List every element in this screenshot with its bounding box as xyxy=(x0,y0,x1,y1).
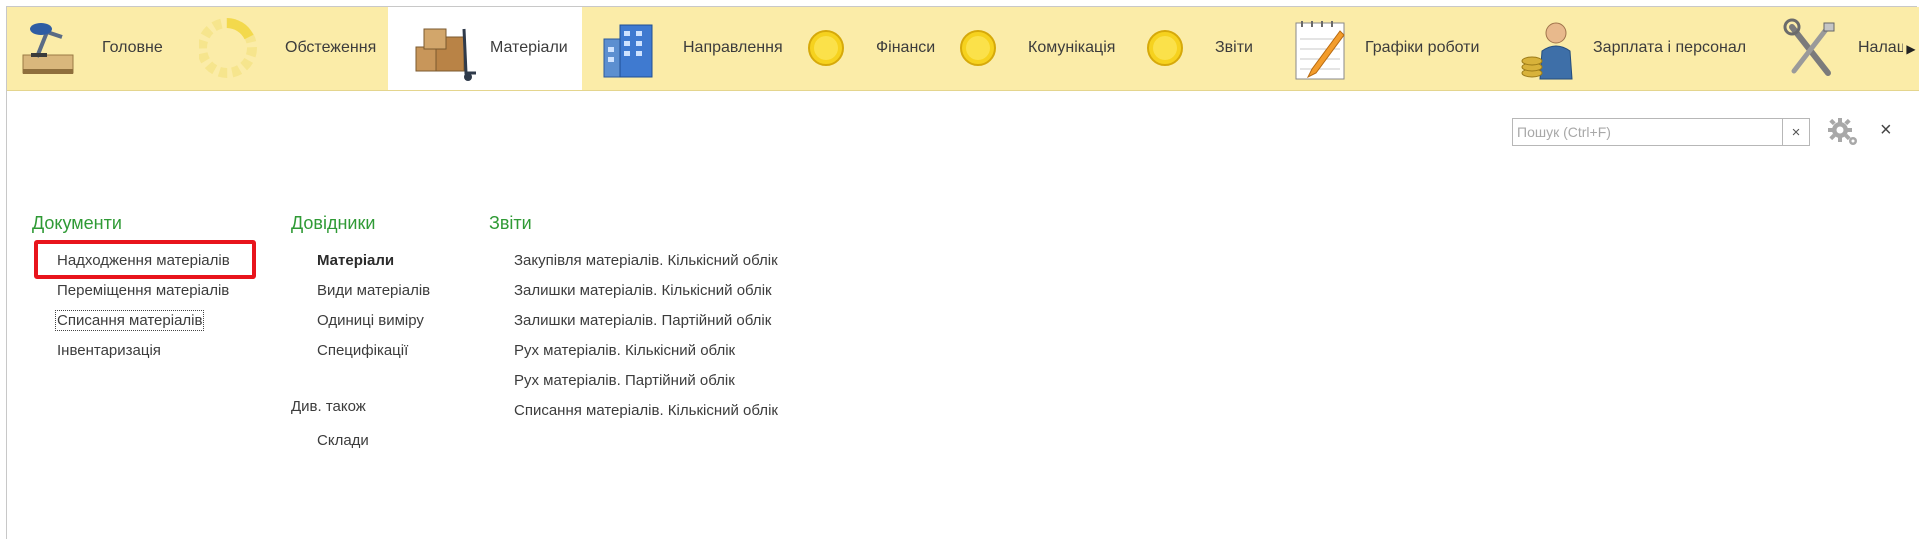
tab-label: Звіти xyxy=(1215,39,1253,56)
tab-finance[interactable]: Фінанси xyxy=(793,7,947,90)
coin-icon xyxy=(808,30,844,66)
report-movement-quantity[interactable]: Рух матеріалів. Кількісний облік xyxy=(514,342,735,359)
reports-title: Звіти xyxy=(489,213,532,233)
tab-settings[interactable]: Налаш xyxy=(1768,7,1910,90)
building-icon xyxy=(603,24,653,78)
tab-materials[interactable]: Матеріали xyxy=(388,7,582,90)
tab-referral[interactable]: Направлення xyxy=(582,7,793,90)
tab-label: Направлення xyxy=(683,39,783,56)
section-panel: Головне Обстеження Матеріали Направлення… xyxy=(7,7,1919,91)
tab-label: Фінанси xyxy=(876,39,936,56)
tab-label: Комунікація xyxy=(1028,39,1116,56)
link-materials-transfer[interactable]: Переміщення матеріалів xyxy=(57,282,229,299)
report-writeoff-quantity[interactable]: Списання матеріалів. Кількісний облік xyxy=(514,402,778,419)
gear-icon[interactable] xyxy=(1826,116,1860,148)
report-balance-quantity[interactable]: Залишки матеріалів. Кількісний облік xyxy=(514,282,772,299)
link-material-types[interactable]: Види матеріалів xyxy=(317,282,430,299)
link-units[interactable]: Одиниці виміру xyxy=(317,312,424,329)
tools-icon xyxy=(1783,18,1835,76)
boxes-cart-icon xyxy=(415,28,476,81)
link-inventory[interactable]: Інвентаризація xyxy=(57,342,161,359)
coin-icon xyxy=(1147,30,1183,66)
tab-inspection[interactable]: Обстеження xyxy=(175,7,395,90)
link-warehouses[interactable]: Склади xyxy=(317,432,369,449)
tab-schedules[interactable]: Графіки роботи xyxy=(1278,7,1506,90)
highlight-frame xyxy=(34,240,256,279)
documents-title: Документи xyxy=(32,213,122,233)
tab-home[interactable]: Головне xyxy=(7,7,175,90)
tab-label: Головне xyxy=(102,39,163,56)
tab-label: Графіки роботи xyxy=(1365,39,1480,56)
link-specifications[interactable]: Специфікації xyxy=(317,342,408,359)
coin-icon xyxy=(960,30,996,66)
tab-communication[interactable]: Комунікація xyxy=(947,7,1135,90)
close-panel-button[interactable]: × xyxy=(1880,119,1892,141)
link-materials[interactable]: Матеріали xyxy=(317,252,394,269)
chevron-right-icon: ▶ xyxy=(1906,41,1916,56)
search-input[interactable] xyxy=(1513,119,1791,145)
tab-reports[interactable]: Звіти xyxy=(1135,7,1278,90)
desk-lamp-icon xyxy=(22,23,74,74)
tab-label: Зарплата і персонал xyxy=(1593,39,1747,56)
link-materials-writeoff[interactable]: Списання матеріалів xyxy=(54,310,205,331)
tab-label: Налаш xyxy=(1858,39,1910,56)
search-clear-button[interactable]: × xyxy=(1782,119,1809,145)
report-balance-batch[interactable]: Залишки матеріалів. Партійний облік xyxy=(514,312,771,329)
worker-coins-icon xyxy=(1521,22,1573,80)
scroll-right-button[interactable]: ▶ xyxy=(1903,7,1919,90)
close-icon: × xyxy=(1791,123,1801,141)
loading-circle-icon xyxy=(199,18,257,78)
tab-salary-personnel[interactable]: Зарплата і персонал xyxy=(1506,7,1768,90)
search-box: × xyxy=(1512,118,1810,146)
tab-label: Обстеження xyxy=(285,39,377,56)
see-also-label: Див. також xyxy=(291,398,366,415)
directories-title: Довідники xyxy=(291,213,376,233)
report-purchase-quantity[interactable]: Закупівля матеріалів. Кількісний облік xyxy=(514,252,778,269)
report-movement-batch[interactable]: Рух матеріалів. Партійний облік xyxy=(514,372,735,389)
notepad-pencil-icon xyxy=(1295,21,1345,80)
tab-label: Матеріали xyxy=(490,39,568,56)
